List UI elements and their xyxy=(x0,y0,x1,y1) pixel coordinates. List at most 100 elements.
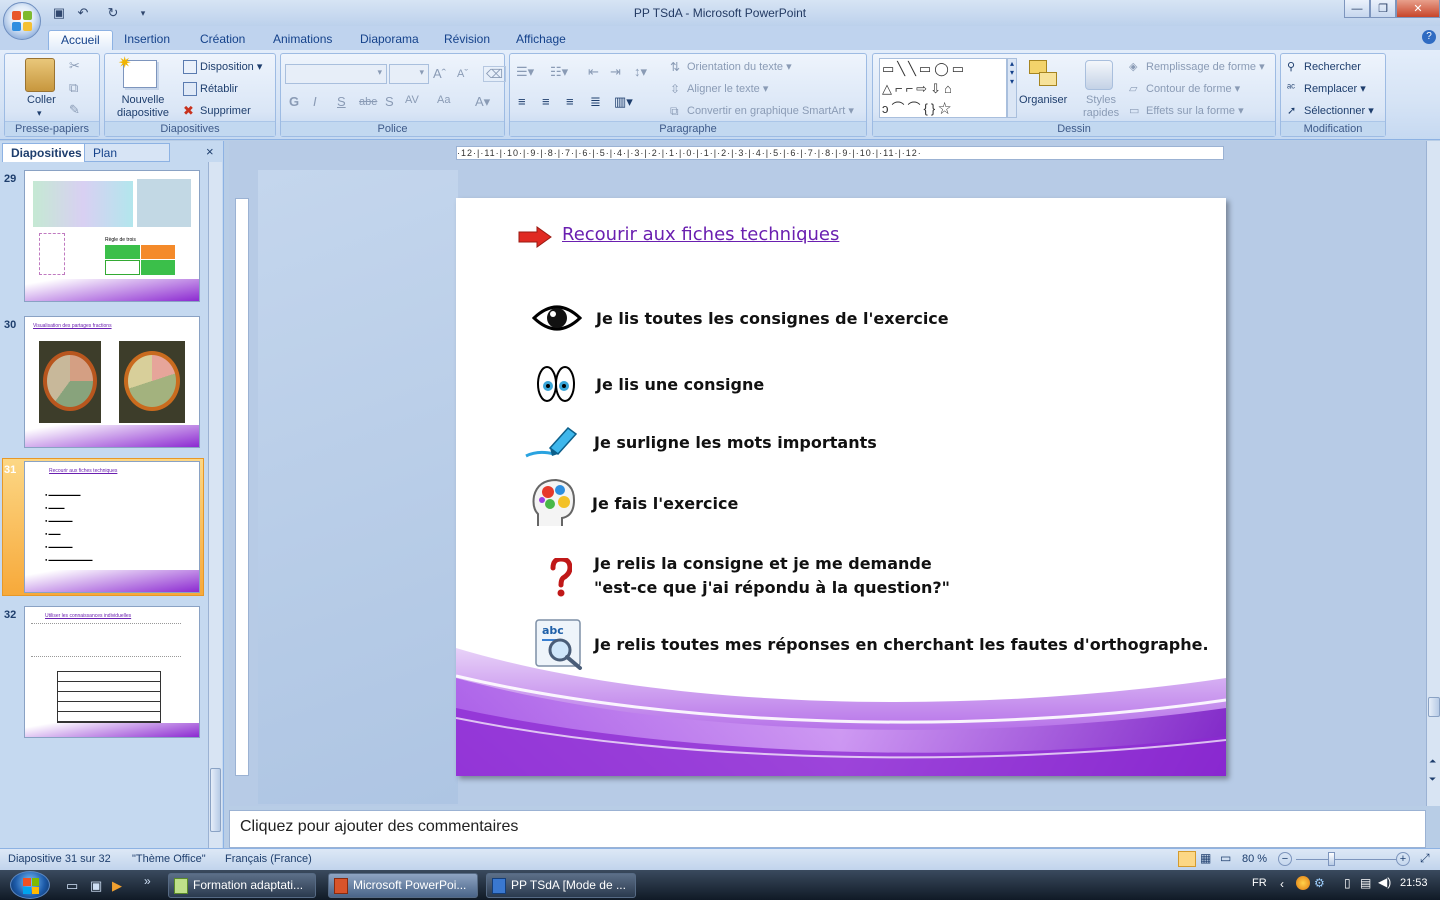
char-spacing-button[interactable]: AV xyxy=(405,94,419,106)
slide-scrollbar[interactable]: ⏶ ⏷ xyxy=(1426,141,1440,806)
tray-battery-icon[interactable]: ▯ xyxy=(1344,876,1351,890)
theme-indicator[interactable]: "Thème Office" xyxy=(132,853,206,865)
tab-plan[interactable]: Plan xyxy=(84,143,170,162)
shrink-font-icon[interactable]: Aˇ xyxy=(457,68,468,80)
minimize-button[interactable]: — xyxy=(1344,0,1370,18)
line-spacing-icon[interactable]: ↕▾ xyxy=(634,64,647,80)
prev-slide-icon[interactable]: ⏶ xyxy=(1429,756,1436,767)
align-text-button[interactable]: ⇳ Aligner le texte ▾ xyxy=(670,82,768,96)
columns-icon[interactable]: ▥▾ xyxy=(614,94,633,110)
tab-creation[interactable]: Création xyxy=(188,30,257,50)
underline-button[interactable]: S xyxy=(337,94,346,109)
tray-arrow-icon[interactable]: ‹ xyxy=(1280,877,1284,891)
language-indicator[interactable]: Français (France) xyxy=(225,853,312,865)
tab-revision[interactable]: Révision xyxy=(432,30,502,50)
clear-format-icon[interactable]: ⌫ xyxy=(483,66,506,82)
panel-scrollbar[interactable] xyxy=(208,162,222,848)
horizontal-ruler[interactable]: ·12·|·11·|·10·|·9·|·8·|·7·|·6·|·5·|·4·|·… xyxy=(456,146,1224,160)
slide-thumbnail-32[interactable]: Utiliser les connaissances individuelles xyxy=(24,606,200,738)
slideshow-icon[interactable]: ▭ xyxy=(1220,851,1236,867)
bullets-icon[interactable]: ☰▾ xyxy=(516,64,534,80)
slide-thumbnail-30[interactable]: Visualisation des partages fractions xyxy=(24,316,200,448)
taskbar-item-pptsda[interactable]: PP TSdA [Mode de ... xyxy=(486,873,636,898)
start-button[interactable] xyxy=(10,871,50,899)
tab-animations[interactable]: Animations xyxy=(261,30,344,50)
paste-label[interactable]: Coller xyxy=(27,94,56,106)
shape-fill-button[interactable]: ◈ Remplissage de forme ▾ xyxy=(1129,60,1265,74)
tab-diaporama[interactable]: Diaporama xyxy=(348,30,431,50)
shapes-scroll[interactable]: ▴ ▾ ▾ xyxy=(1007,58,1017,118)
slide-sorter-icon[interactable]: ▦ xyxy=(1200,851,1216,867)
scroll-thumb[interactable] xyxy=(1428,697,1440,717)
align-right-icon[interactable]: ≡ xyxy=(566,94,574,109)
shadow-button[interactable]: S xyxy=(385,94,394,109)
tab-accueil[interactable]: Accueil xyxy=(48,30,113,50)
arrange-icon[interactable] xyxy=(1029,60,1057,90)
align-left-icon[interactable]: ≡ xyxy=(518,94,526,109)
change-case-button[interactable]: Aa xyxy=(437,94,450,106)
new-slide-icon[interactable]: ✷ xyxy=(118,55,157,88)
align-center-icon[interactable]: ≡ xyxy=(542,94,550,109)
zoom-slider-track[interactable] xyxy=(1296,859,1396,860)
new-slide-button[interactable]: Nouvelle diapositive xyxy=(111,94,175,120)
slide-thumbnail-29[interactable]: Règle de trois xyxy=(24,170,200,302)
paste-dropdown-icon[interactable]: ▾ xyxy=(37,108,42,119)
zoom-slider-thumb[interactable] xyxy=(1328,852,1335,866)
tray-volume-icon[interactable]: ◀) xyxy=(1378,875,1391,889)
tab-insertion[interactable]: Insertion xyxy=(112,30,182,50)
slide-canvas[interactable]: Recourir aux fiches techniques Je lis to… xyxy=(456,198,1226,776)
font-color-icon[interactable]: A▾ xyxy=(475,94,490,110)
replace-button[interactable]: ᵃᶜ Remplacer ▾ xyxy=(1287,82,1366,96)
shape-effects-button[interactable]: ▭ Effets sur la forme ▾ xyxy=(1129,104,1244,118)
select-button[interactable]: ➚ Sélectionner ▾ xyxy=(1287,104,1374,118)
tab-affichage[interactable]: Affichage xyxy=(504,30,578,50)
strikethrough-button[interactable]: abe xyxy=(359,96,377,108)
vertical-ruler[interactable] xyxy=(235,198,249,776)
paste-icon[interactable] xyxy=(25,58,55,92)
text-direction-button[interactable]: ⇅ Orientation du texte ▾ xyxy=(670,60,792,74)
show-desktop-icon[interactable]: ▭ xyxy=(66,878,78,894)
reset-button[interactable]: Rétablir xyxy=(183,82,238,96)
layout-button[interactable]: Disposition ▾ xyxy=(183,60,262,75)
help-icon[interactable]: ? xyxy=(1422,30,1436,44)
font-name-combobox[interactable]: ▾ xyxy=(285,64,387,84)
font-size-combobox[interactable]: ▾ xyxy=(389,64,429,84)
cut-icon[interactable]: ✂ xyxy=(69,58,80,74)
tab-diapositives[interactable]: Diapositives xyxy=(2,143,91,162)
close-button[interactable]: ✕ xyxy=(1396,0,1440,18)
taskbar-item-formation[interactable]: Formation adaptati... xyxy=(168,873,316,898)
justify-icon[interactable]: ≣ xyxy=(590,94,601,110)
zoom-in-icon[interactable]: + xyxy=(1396,852,1410,866)
media-player-icon[interactable]: ▶ xyxy=(112,878,122,894)
switch-windows-icon[interactable]: ▣ xyxy=(90,878,102,894)
slide-thumbnail-31[interactable]: Recourir aux fiches techniques ● ▬▬▬▬▬▬▬… xyxy=(24,461,200,593)
arrange-button[interactable]: Organiser xyxy=(1019,94,1067,106)
format-painter-icon[interactable]: ✎ xyxy=(69,102,80,118)
copy-icon[interactable]: ⧉ xyxy=(69,80,78,96)
quicklaunch-more-icon[interactable]: » xyxy=(144,874,151,888)
language-bar[interactable]: FR xyxy=(1252,877,1267,889)
delete-slide-button[interactable]: ✖ Supprimer xyxy=(183,104,251,118)
grow-font-icon[interactable]: Aˆ xyxy=(433,66,446,81)
panel-close-icon[interactable]: × xyxy=(206,144,214,159)
smartart-button[interactable]: ⧉ Convertir en graphique SmartArt ▾ xyxy=(670,104,854,118)
shape-outline-button[interactable]: ▱ Contour de forme ▾ xyxy=(1129,82,1240,96)
decrease-indent-icon[interactable]: ⇤ xyxy=(588,64,599,80)
quick-styles-icon[interactable] xyxy=(1085,60,1113,90)
increase-indent-icon[interactable]: ⇥ xyxy=(610,64,621,80)
office-button[interactable] xyxy=(3,2,41,40)
find-button[interactable]: ⚲ Rechercher xyxy=(1287,60,1361,74)
tray-network-tool-icon[interactable]: ⚙ xyxy=(1314,876,1325,890)
fit-window-icon[interactable]: ⤢ xyxy=(1420,851,1430,866)
numbering-icon[interactable]: ☷▾ xyxy=(550,64,568,80)
tray-network-icon[interactable]: ▤ xyxy=(1360,876,1371,890)
clock[interactable]: 21:53 xyxy=(1400,877,1428,889)
zoom-out-icon[interactable]: − xyxy=(1278,852,1292,866)
tray-app-icon[interactable] xyxy=(1296,876,1310,890)
bold-button[interactable]: G xyxy=(289,94,299,109)
maximize-button[interactable]: ❐ xyxy=(1370,0,1396,18)
next-slide-icon[interactable]: ⏷ xyxy=(1429,774,1436,785)
italic-button[interactable]: I xyxy=(313,94,317,109)
quick-styles-button[interactable]: Styles rapides xyxy=(1083,94,1119,120)
taskbar-item-powerpoint[interactable]: Microsoft PowerPoi... xyxy=(328,873,478,898)
